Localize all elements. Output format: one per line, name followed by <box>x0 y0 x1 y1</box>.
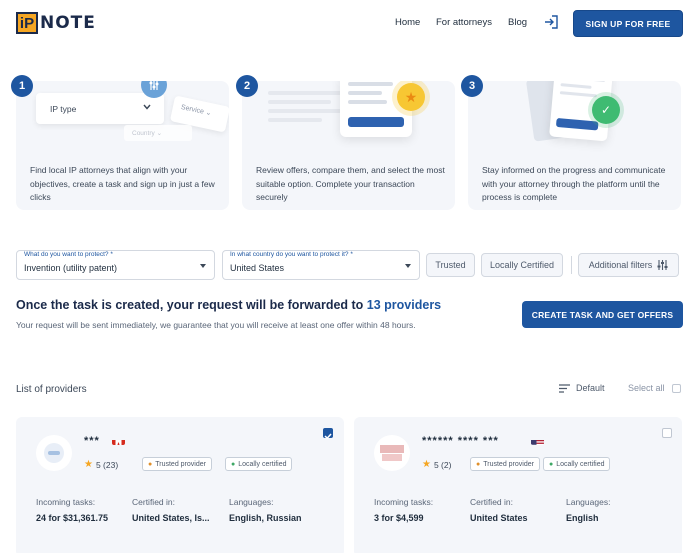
step-3-card: ✓ Stay informed on the progress and comm… <box>468 81 681 210</box>
protect-type-select[interactable]: What do you want to protect? * Invention… <box>16 250 215 280</box>
sort-icon <box>559 383 570 393</box>
provider-checkbox[interactable] <box>662 428 672 438</box>
create-task-button[interactable]: CREATE TASK AND GET OFFERS <box>522 301 683 328</box>
ribbon-icon: ● <box>476 460 481 468</box>
avatar <box>374 435 410 471</box>
country-label: In what country do you want to protect i… <box>230 251 353 258</box>
nav-blog[interactable]: Blog <box>508 17 527 28</box>
trusted-provider-badge: ● Trusted provider <box>142 457 212 471</box>
providers-list-title: List of providers <box>16 384 87 395</box>
check-icon <box>324 433 332 440</box>
step-2-text: Review offers, compare them, and select … <box>256 165 445 202</box>
nav-for-attorneys[interactable]: For attorneys <box>436 17 492 28</box>
select-all[interactable]: Select all <box>628 383 681 393</box>
incoming-tasks-value: 24 for $31,361.75 <box>36 513 109 523</box>
sign-up-button[interactable]: SIGN UP FOR FREE <box>573 10 683 37</box>
languages-label: Languages: <box>229 497 274 507</box>
country-value: United States <box>230 263 285 273</box>
locally-certified-badge: ● Locally certified <box>543 457 611 471</box>
protect-type-label: What do you want to protect? * <box>24 251 113 258</box>
provider-checkbox[interactable] <box>323 428 333 440</box>
trusted-provider-badge: ● Trusted provider <box>470 457 540 471</box>
login-icon[interactable] <box>543 14 559 30</box>
us-flag-icon <box>531 436 544 445</box>
provider-card[interactable]: *** ★ 5 (23) ● Trusted provider ● Locally c… <box>16 417 344 553</box>
caret-down-icon <box>200 264 206 268</box>
incoming-tasks-label: Incoming tasks: <box>374 497 434 507</box>
rating: ★ 5 (2) <box>422 459 452 470</box>
certified-in-value: United States, Is... <box>132 513 210 523</box>
additional-filters-button[interactable]: Additional filters <box>578 253 679 277</box>
ribbon-icon: ● <box>148 460 153 468</box>
languages-value: English <box>566 513 599 523</box>
provider-name[interactable]: ****** **** *** <box>422 435 499 447</box>
person-check-icon: ● <box>549 460 554 468</box>
avatar <box>36 435 72 471</box>
certified-in-value: United States <box>470 513 528 523</box>
star-icon: ★ <box>422 459 431 470</box>
protect-type-value: Invention (utility patent) <box>24 263 118 273</box>
task-subtext: Your request will be sent immediately, w… <box>16 320 416 330</box>
locally-certified-filter-chip[interactable]: Locally Certified <box>481 253 563 277</box>
task-headline: Once the task is created, your request w… <box>16 298 442 312</box>
step-3-number: 3 <box>461 75 483 97</box>
star-icon: ★ <box>397 83 425 111</box>
select-all-label: Select all <box>628 383 665 393</box>
chevron-down-icon <box>143 104 151 110</box>
languages-label: Languages: <box>566 497 611 507</box>
providers-count: 13 providers <box>366 298 442 312</box>
certified-in-label: Certified in: <box>470 497 513 507</box>
sort-dropdown[interactable]: Default <box>559 383 605 393</box>
locally-certified-badge: ● Locally certified <box>225 457 293 471</box>
step-3-text: Stay informed on the progress and commun… <box>482 165 666 202</box>
canada-flag-icon <box>112 436 125 445</box>
logo-mark: iP <box>16 12 38 34</box>
person-check-icon: ● <box>231 460 236 468</box>
incoming-tasks-label: Incoming tasks: <box>36 497 96 507</box>
check-badge-icon: ✓ <box>592 96 620 124</box>
logo-wordmark: NOTE <box>40 13 96 33</box>
ip-type-illustration: IP type <box>36 93 164 124</box>
caret-down-icon <box>405 264 411 268</box>
step-2-card: ★ Review offers, compare them, and selec… <box>242 81 455 210</box>
country-illustration: Country ⌄ <box>124 125 192 141</box>
step-1-card: IP type Service ⌄ Country ⌄ Find local I… <box>16 81 229 210</box>
step-1-number: 1 <box>11 75 33 97</box>
nav-home[interactable]: Home <box>395 17 420 28</box>
rating: ★ 5 (23) <box>84 459 119 470</box>
sort-label: Default <box>576 383 605 393</box>
divider <box>571 256 572 274</box>
provider-name[interactable]: *** <box>84 435 100 447</box>
star-icon: ★ <box>84 459 93 470</box>
logo[interactable]: iP NOTE <box>16 12 96 34</box>
step-1-text: Find local IP attorneys that align with … <box>30 165 215 202</box>
step-2-number: 2 <box>236 75 258 97</box>
trusted-filter-chip[interactable]: Trusted <box>426 253 475 277</box>
certified-in-label: Certified in: <box>132 497 175 507</box>
languages-value: English, Russian <box>229 513 302 523</box>
incoming-tasks-value: 3 for $4,599 <box>374 513 424 523</box>
country-select[interactable]: In what country do you want to protect i… <box>222 250 420 280</box>
sliders-icon <box>657 260 668 270</box>
select-all-checkbox[interactable] <box>671 383 681 393</box>
provider-card[interactable]: ****** **** *** ★ 5 (2) ● Trusted provider… <box>354 417 682 553</box>
